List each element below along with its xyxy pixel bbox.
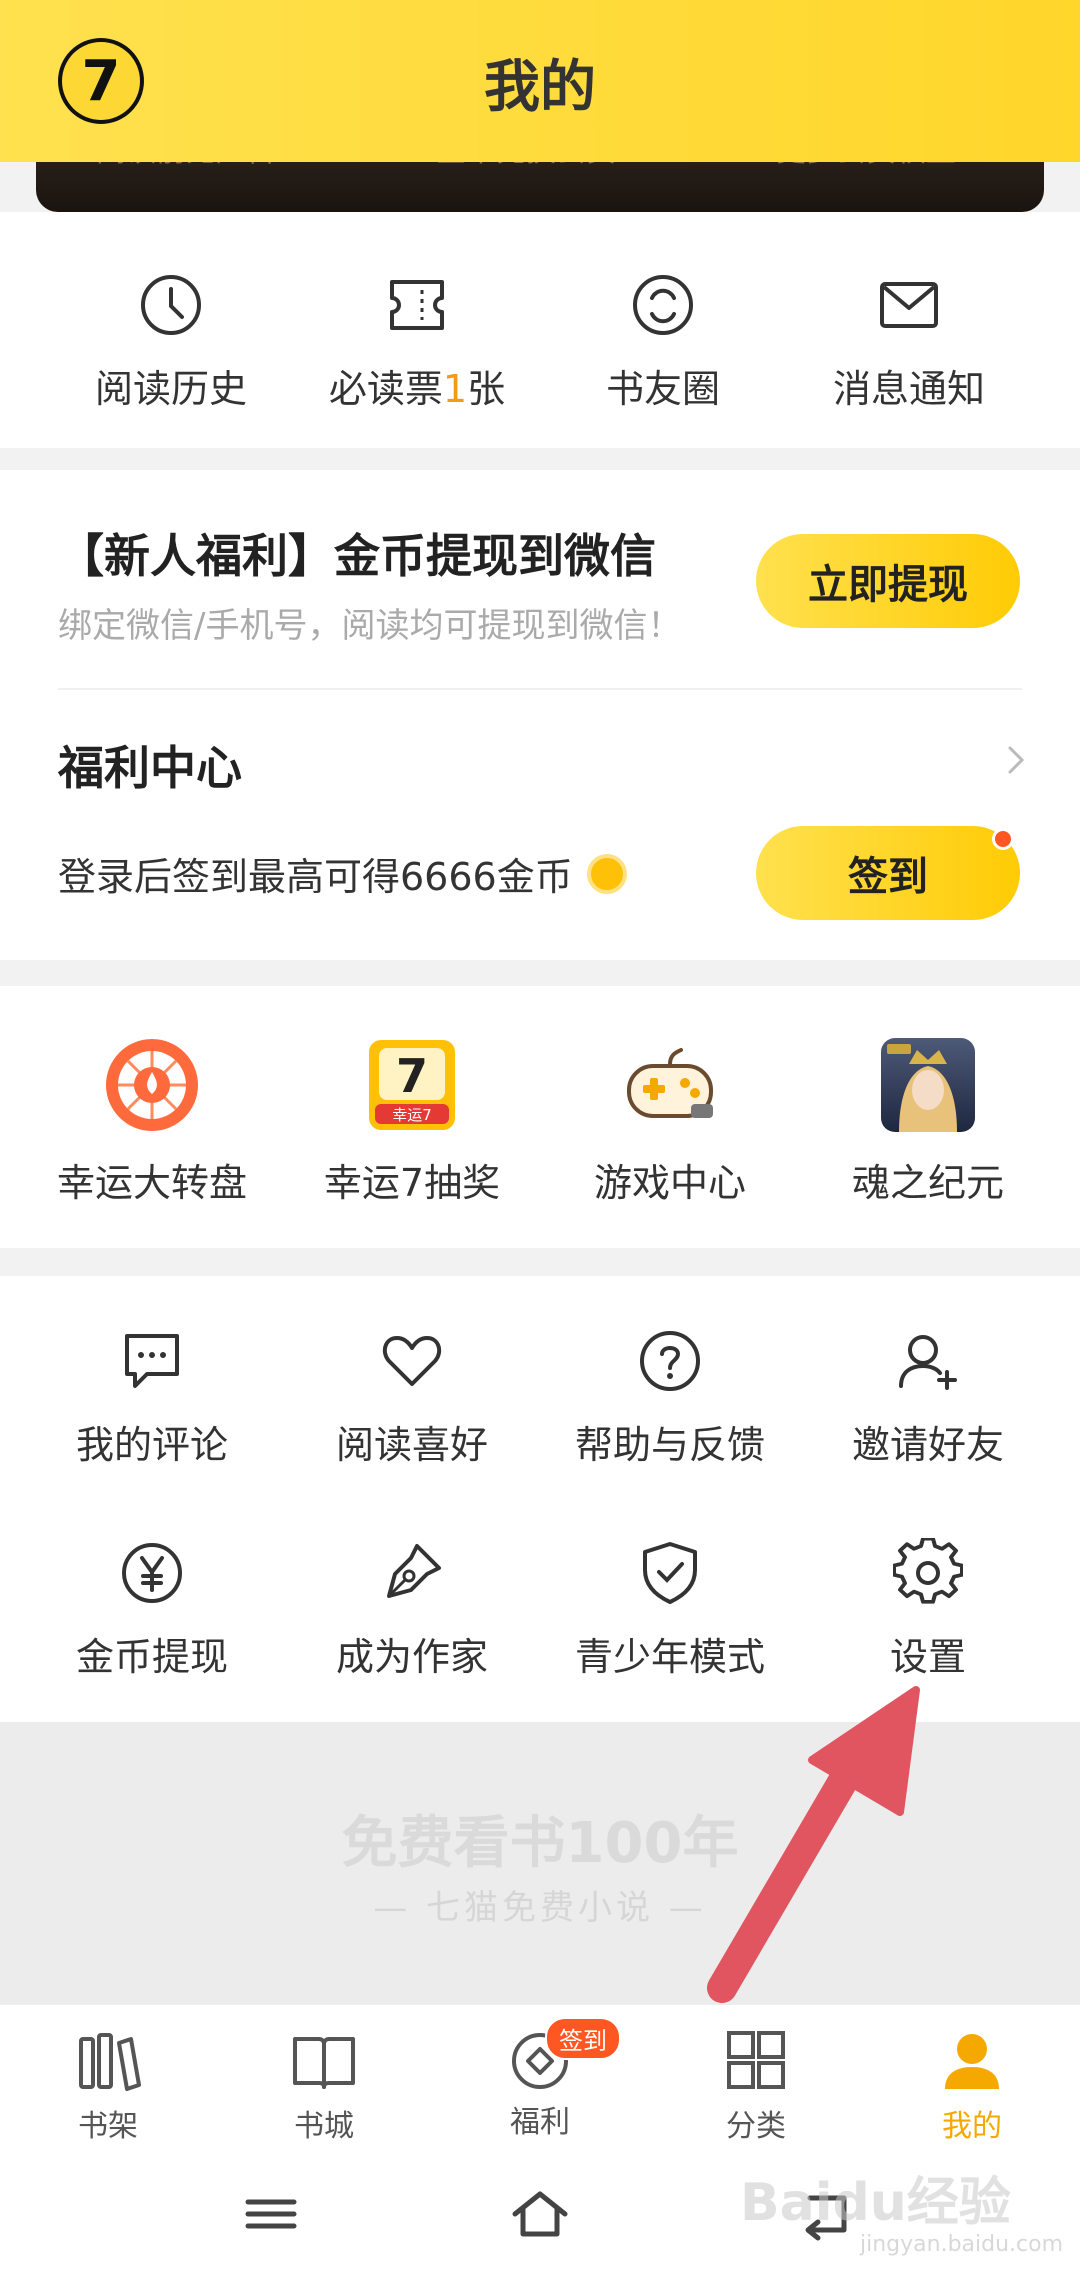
game-label: 幸运大转盘 <box>56 1161 247 1205</box>
must-read-ticket-button[interactable]: 必读票1张 <box>302 270 532 413</box>
welfare-center-title[interactable]: 福利中心 <box>58 732 242 798</box>
quick-label: 消息通知 <box>832 367 985 411</box>
nav-bookshelf[interactable]: 书架 <box>28 2031 188 2145</box>
watermark-url: jingyan.baidu.com <box>860 2232 1064 2257</box>
gamepad-icon <box>627 1048 713 1118</box>
top-header: 7 我的 <box>0 0 1080 162</box>
game-label: 魂之纪元 <box>851 1161 1004 1205</box>
ticket-icon <box>390 280 444 330</box>
nav-welfare[interactable]: 签到 福利 <box>460 2017 621 2141</box>
tool-label: 金币提现 <box>75 1635 228 1679</box>
quick-actions: 阅读历史 必读票1张 书友圈 消息通知 <box>0 212 1080 448</box>
quick-label: 阅读历史 <box>94 367 247 411</box>
tool-label: 我的评论 <box>75 1423 228 1467</box>
signin-button[interactable]: 签到 <box>756 826 1020 920</box>
tool-label: 设置 <box>889 1635 966 1679</box>
reading-history-button[interactable]: 阅读历史 <box>56 270 286 413</box>
notification-dot <box>992 828 1014 850</box>
reading-preferences-button[interactable]: 阅读喜好 <box>282 1326 542 1469</box>
slogan-main: 免费看书100年 <box>341 1811 739 1876</box>
add-user-icon <box>899 1335 957 1390</box>
heart-icon <box>382 1336 442 1386</box>
game-avatar-icon <box>881 1038 975 1132</box>
quick-label: 必读票1张 <box>328 367 506 411</box>
book-friends-button[interactable]: 书友圈 <box>548 270 778 413</box>
tools-grid: 我的评论 阅读喜好 帮助与反馈 邀请好友 金币提现 成为作家 青少年模式 设置 <box>0 1276 1080 1722</box>
nav-label: 我的 <box>942 2109 1002 2144</box>
welfare-card: 【新人福利】金币提现到微信 绑定微信/手机号，阅读均可提现到微信！ 立即提现 福… <box>0 470 1080 960</box>
chevron-right-icon[interactable] <box>996 740 1036 780</box>
user-icon <box>945 2034 999 2089</box>
circle-icon <box>633 275 693 335</box>
grid-icon <box>727 2031 785 2089</box>
nav-label: 书架 <box>78 2109 138 2144</box>
nav-label: 福利 <box>510 2105 570 2140</box>
signin-badge: 签到 <box>545 2017 621 2060</box>
pen-icon <box>387 1544 441 1598</box>
watermark-logo: Baidu经验 <box>740 2173 1011 2233</box>
nav-bookstore[interactable]: 书城 <box>244 2031 404 2145</box>
nav-label: 分类 <box>726 2109 786 2144</box>
become-writer-button[interactable]: 成为作家 <box>282 1538 542 1681</box>
ticket-count: 1 <box>442 367 468 411</box>
tool-label: 青少年模式 <box>574 1635 765 1679</box>
yen-coin-icon <box>122 1543 182 1603</box>
signin-description: 登录后签到最高可得6666金币 <box>58 846 627 901</box>
help-icon <box>640 1331 700 1391</box>
lucky-wheel-button[interactable]: 幸运大转盘 <box>22 1036 282 1207</box>
nav-category[interactable]: 分类 <box>676 2031 836 2145</box>
coin-icon <box>586 853 627 894</box>
divider <box>58 688 1022 690</box>
promo-subtitle: 绑定微信/手机号，阅读均可提现到微信！ <box>58 606 682 646</box>
quick-label: 书友圈 <box>605 367 720 411</box>
bookshelf-icon <box>79 2033 141 2091</box>
game-center-button[interactable]: 游戏中心 <box>540 1036 800 1207</box>
lucky-wheel-icon <box>106 1039 198 1131</box>
book-icon <box>293 2037 355 2089</box>
coin-withdraw-button[interactable]: 金币提现 <box>22 1538 282 1681</box>
promo-title: 【新人福利】金币提现到微信 <box>58 529 656 583</box>
slogan-sub: — 七猫免费小说 — <box>373 1888 707 1928</box>
lucky7-button[interactable]: 7 幸运7 幸运7抽奖 <box>282 1036 542 1207</box>
bottom-nav: 书架 书城 签到 福利 分类 我的 <box>0 2004 1080 2152</box>
comment-icon <box>125 1334 179 1388</box>
withdraw-now-button[interactable]: 立即提现 <box>756 534 1020 628</box>
tool-label: 成为作家 <box>335 1635 488 1679</box>
nav-mine[interactable]: 我的 <box>892 2031 1052 2145</box>
nav-label: 书城 <box>294 2109 354 2144</box>
invite-friends-button[interactable]: 邀请好友 <box>798 1326 1058 1469</box>
shield-icon <box>643 1542 697 1604</box>
svg-text:7: 7 <box>396 1049 428 1103</box>
game-promo-button[interactable]: 魂之纪元 <box>798 1036 1058 1207</box>
tool-label: 阅读喜好 <box>335 1423 488 1467</box>
tool-label: 帮助与反馈 <box>574 1423 765 1467</box>
tool-label: 邀请好友 <box>851 1423 1004 1467</box>
help-feedback-button[interactable]: 帮助与反馈 <box>540 1326 800 1469</box>
teen-mode-button[interactable]: 青少年模式 <box>540 1538 800 1681</box>
games-row: 幸运大转盘 7 幸运7 幸运7抽奖 游戏中心 魂之纪元 <box>0 986 1080 1248</box>
page-title: 我的 <box>484 55 596 120</box>
game-label: 幸运7抽奖 <box>323 1161 501 1205</box>
mail-icon <box>880 282 938 328</box>
menu-icon[interactable] <box>236 2186 306 2242</box>
svg-text:幸运7: 幸运7 <box>392 1106 432 1124</box>
game-label: 游戏中心 <box>593 1161 746 1205</box>
clock-icon <box>141 275 201 335</box>
my-comments-button[interactable]: 我的评论 <box>22 1326 282 1469</box>
slogan-area: 免费看书100年 — 七猫免费小说 — <box>0 1722 1080 2004</box>
settings-button[interactable]: 设置 <box>798 1536 1058 1681</box>
home-icon[interactable] <box>505 2186 575 2242</box>
gear-icon <box>892 1536 964 1604</box>
messages-button[interactable]: 消息通知 <box>794 270 1024 413</box>
lucky7-icon: 7 幸运7 <box>369 1040 455 1130</box>
